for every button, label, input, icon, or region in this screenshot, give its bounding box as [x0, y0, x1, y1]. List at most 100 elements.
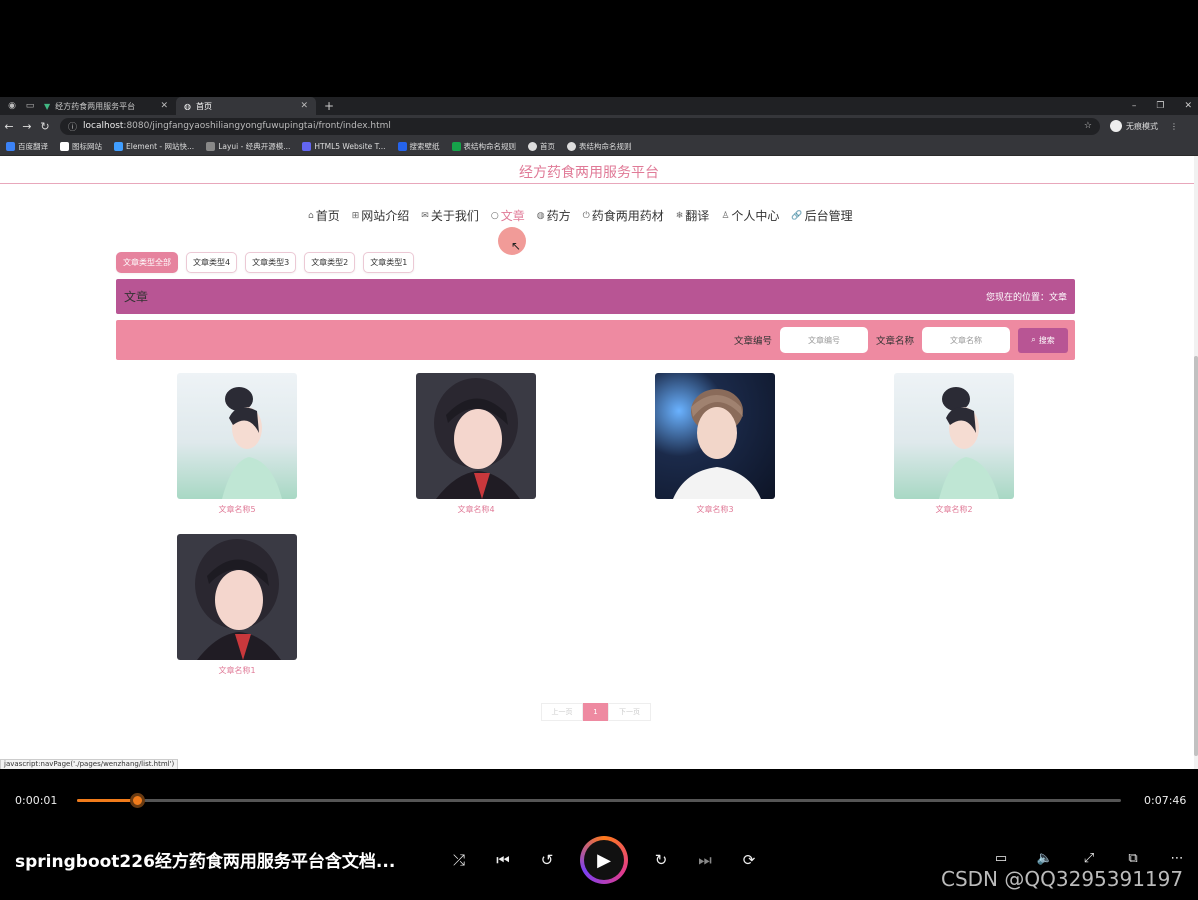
site-title: 经方药食两用服务平台 — [519, 165, 659, 181]
url-input[interactable]: ⓘ localhost:8080/jingfangyaoshiliangyong… — [60, 117, 1100, 135]
browser-tab-1[interactable]: ▼ 经方药食两用服务平台 ✕ — [36, 97, 176, 115]
article-image[interactable] — [655, 373, 775, 499]
bookmarks-bar: 百度翻译 图标网站 Element - 网站快... Layui - 经典开源模… — [0, 137, 1198, 156]
nav-label: 药食两用药材 — [591, 209, 664, 223]
browser-tab-2[interactable]: ◍ 首页 ✕ — [176, 97, 316, 115]
article-name[interactable]: 文章名称2 — [894, 504, 1014, 515]
nav-item-about[interactable]: ✉ 关于我们 — [421, 207, 479, 224]
fullscreen-icon[interactable]: ⤢ — [1078, 847, 1100, 869]
next-page-button[interactable]: 下一页 — [608, 703, 651, 721]
bookmark-star-icon[interactable]: ☆ — [1084, 121, 1092, 131]
bookmark-label: 图标网站 — [72, 141, 102, 151]
category-button[interactable]: 文章类型1 — [363, 252, 415, 273]
article-name-input[interactable] — [922, 327, 1010, 353]
next-track-icon[interactable]: ⏭ — [694, 849, 716, 871]
category-button[interactable]: 文章类型2 — [304, 252, 356, 273]
nav-item-home[interactable]: ⌂ 首页 — [308, 207, 340, 224]
article-card[interactable]: 文章名称3 — [655, 373, 775, 515]
minimize-icon[interactable]: – — [1132, 101, 1137, 111]
nav-item-prescriptions[interactable]: ◍ 药方 — [537, 207, 571, 224]
subtitles-icon[interactable]: ▭ — [990, 847, 1012, 869]
nav-item-herbs[interactable]: ⏻ 药食两用药材 — [583, 207, 664, 224]
nav-item-profile[interactable]: ♙ 个人中心 — [721, 207, 779, 224]
article-name[interactable]: 文章名称5 — [177, 504, 297, 515]
article-card[interactable]: 文章名称4 — [416, 373, 536, 515]
article-image[interactable] — [894, 373, 1014, 499]
forward-arrow-icon[interactable]: → — [18, 120, 36, 133]
article-no-label: 文章编号 — [733, 336, 772, 347]
bookmark-item[interactable]: 表结构命名规则 — [451, 141, 516, 152]
article-name[interactable]: 文章名称3 — [655, 504, 775, 515]
info-icon[interactable]: ⓘ — [68, 120, 77, 133]
article-no-input[interactable] — [779, 327, 868, 353]
close-window-icon[interactable]: ✕ — [1184, 101, 1192, 111]
bookmark-item[interactable]: 表结构命名规则 — [567, 141, 632, 152]
forward-30-icon[interactable]: ↻ — [650, 849, 672, 871]
profile-label: 无痕模式 — [1126, 121, 1158, 131]
reload-icon[interactable]: ↻ — [36, 120, 54, 133]
sheet-icon — [451, 141, 461, 151]
portrait-woman-icon — [939, 387, 999, 499]
bookmark-item[interactable]: 搜索壁纸 — [397, 141, 440, 152]
prev-page-button[interactable]: 上一页 — [541, 703, 583, 721]
play-icon: ▶ — [584, 840, 624, 880]
more-options-icon[interactable]: ⋯ — [1166, 847, 1188, 869]
bookmark-item[interactable]: Layui - 经典开源模... — [206, 141, 290, 152]
html5-icon — [302, 141, 312, 151]
incognito-profile[interactable]: 无痕模式 ⋮ — [1110, 120, 1178, 132]
browser-tab-bar: ◉ ▭ ▼ 经方药食两用服务平台 ✕ ◍ 首页 ✕ + – ❐ ✕ — [0, 97, 1198, 115]
bookmark-item[interactable]: 图标网站 — [60, 141, 102, 152]
category-button[interactable]: 文章类型3 — [245, 252, 297, 273]
nav-item-admin[interactable]: 🔗 后台管理 — [791, 207, 852, 224]
bookmark-item[interactable]: HTML5 Website T... — [302, 141, 386, 151]
nav-item-intro[interactable]: ⊞ 网站介绍 — [352, 207, 410, 224]
back-arrow-icon[interactable]: ← — [0, 120, 18, 133]
close-tab-icon[interactable]: ✕ — [300, 101, 308, 111]
divider — [0, 183, 1194, 184]
nav-item-translate[interactable]: ❄ 翻译 — [676, 207, 710, 224]
repeat-off-icon[interactable]: ⟳ — [738, 849, 760, 871]
article-name[interactable]: 文章名称4 — [416, 504, 536, 515]
article-card[interactable]: 文章名称1 — [177, 534, 297, 676]
article-card[interactable]: 文章名称2 — [894, 373, 1014, 515]
bookmark-item[interactable]: 百度翻译 — [6, 141, 48, 152]
nav-item-articles[interactable]: ○ 文章 — [491, 207, 525, 224]
tab-group-icon[interactable]: ▭ — [24, 100, 36, 112]
close-tab-icon[interactable]: ✕ — [160, 101, 168, 111]
search-icon: ⌕ — [1031, 335, 1036, 344]
search-button[interactable]: ⌕ 搜索 — [1018, 327, 1068, 353]
power-icon: ⏻ — [582, 210, 590, 221]
page-scrollbar[interactable] — [1194, 156, 1198, 769]
play-button[interactable]: ▶ — [580, 836, 628, 884]
video-frame: ◉ ▭ ▼ 经方药食两用服务平台 ✕ ◍ 首页 ✕ + – ❐ ✕ ← → ↻ … — [0, 0, 1198, 900]
seek-handle[interactable] — [129, 793, 145, 808]
restore-icon[interactable]: ❐ — [1156, 101, 1164, 111]
volume-icon[interactable]: 🔈 — [1034, 847, 1056, 869]
seek-bar[interactable] — [77, 793, 1121, 808]
element-icon — [114, 141, 123, 151]
new-tab-icon[interactable]: + — [324, 99, 334, 113]
article-name[interactable]: 文章名称1 — [177, 665, 297, 676]
scrollbar-thumb[interactable] — [1194, 356, 1198, 756]
bookmark-label: 表结构命名规则 — [579, 141, 632, 151]
browser-menu-icon[interactable]: ◉ — [6, 100, 18, 112]
shuffle-icon[interactable]: ⤮ — [448, 849, 470, 871]
more-menu-icon[interactable]: ⋮ — [1170, 122, 1178, 131]
category-button[interactable]: 文章类型4 — [186, 252, 238, 273]
mini-player-icon[interactable]: ⧉ — [1122, 847, 1144, 869]
window-controls: – ❐ ✕ — [1132, 101, 1192, 111]
previous-track-icon[interactable]: ⏮ — [492, 849, 514, 871]
article-card[interactable]: 文章名称5 — [177, 373, 297, 515]
article-image[interactable] — [177, 373, 297, 499]
url-host: localhost — [83, 121, 124, 131]
category-all-button[interactable]: 文章类型全部 — [116, 252, 178, 273]
article-image[interactable] — [177, 534, 297, 660]
article-image[interactable] — [416, 373, 536, 499]
bookmark-item[interactable]: Element - 网站快... — [114, 141, 194, 152]
video-player-controls: 0:00:01 0:07:46 springboot226经方药食两用服务平台含… — [0, 769, 1198, 900]
current-page-button[interactable]: 1 — [583, 703, 608, 721]
rewind-10-icon[interactable]: ↺ — [536, 849, 558, 871]
bookmark-item[interactable]: 首页 — [528, 141, 555, 152]
url-path: :8080/jingfangyaoshiliangyongfuwupingtai… — [123, 121, 391, 131]
portrait-girl-icon — [195, 539, 281, 660]
